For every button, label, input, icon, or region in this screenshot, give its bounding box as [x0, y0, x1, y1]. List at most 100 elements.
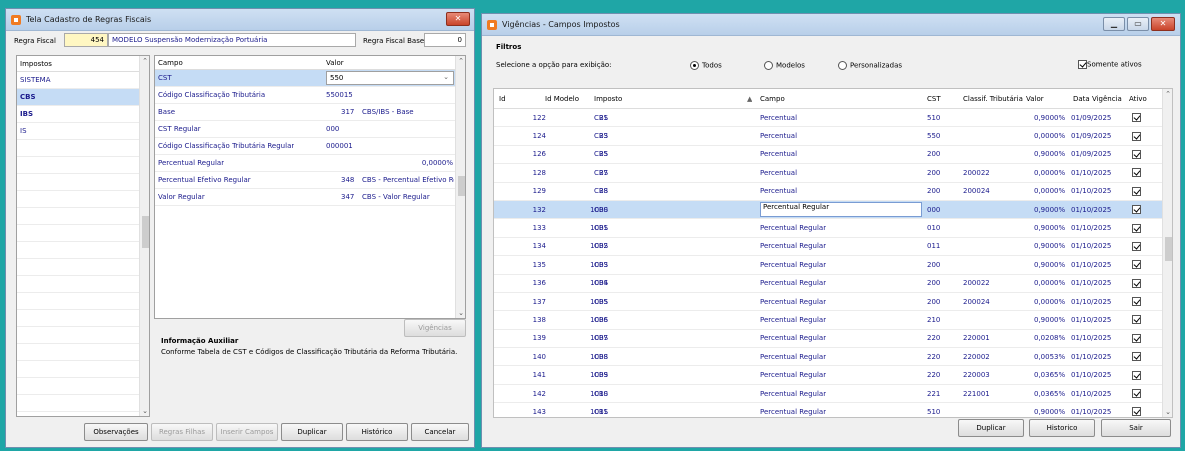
close-icon[interactable]: ✕ — [1151, 17, 1175, 31]
historico-button[interactable]: Histórico — [346, 423, 408, 441]
col-header-imposto[interactable]: Imposto — [594, 95, 622, 103]
impostos-scrollbar[interactable]: ⌃ ⌄ — [139, 56, 149, 416]
ativo-checkbox[interactable] — [1132, 260, 1141, 270]
ativo-checkbox[interactable] — [1132, 131, 1141, 141]
right-window-titlebar[interactable]: Vigências - Campos Impostos ▁ ▭ ✕ — [482, 14, 1180, 36]
cancelar-button[interactable]: Cancelar — [411, 423, 469, 441]
table-row[interactable]: CST 550 ⌄ — [155, 70, 465, 87]
radio-personalizadas[interactable]: Personalizadas — [838, 61, 902, 70]
id-cell: 140 — [532, 352, 546, 361]
table-row[interactable]: 135 1003 CBS Percentual Regular 200 0,9000% 01… — [494, 256, 1172, 275]
table-row[interactable]: Código Classificação Tributária Regular … — [155, 138, 465, 155]
ativo-checkbox[interactable] — [1132, 278, 1141, 288]
ativo-checkbox[interactable] — [1132, 352, 1141, 362]
scroll-down-icon[interactable]: ⌄ — [1163, 407, 1172, 417]
ativo-checkbox[interactable] — [1132, 113, 1141, 123]
table-row[interactable]: 139 1007 CBS Percentual Regular 220 220001 0,0… — [494, 330, 1172, 349]
radio-modelos-indicator[interactable] — [764, 61, 773, 70]
table-row[interactable]: 122 21 CBS Percentual 510 0,9000% 01/09/2025 — [494, 109, 1172, 128]
ativo-checkbox[interactable] — [1132, 315, 1141, 325]
table-row[interactable]: Percentual Efetivo Regular 348 CBS - Per… — [155, 172, 465, 189]
table-row[interactable]: 128 27 CBS Percentual 200 200022 0,0000% 01/10/… — [494, 164, 1172, 183]
scroll-thumb[interactable] — [1165, 237, 1172, 261]
observacoes-button[interactable]: Observações — [84, 423, 148, 441]
regra-fiscal-id-field[interactable]: 454 — [64, 33, 108, 47]
scroll-down-icon[interactable]: ⌄ — [456, 308, 465, 318]
scroll-up-icon[interactable]: ⌃ — [140, 56, 149, 66]
table-row[interactable]: 140 1008 CBS Percentual Regular 220 220002 0,0… — [494, 348, 1172, 367]
left-window-titlebar[interactable]: Tela Cadastro de Regras Fiscais ✕ — [6, 9, 474, 31]
ativo-checkbox[interactable] — [1132, 205, 1141, 215]
ativo-checkbox[interactable] — [1132, 407, 1141, 417]
imposto-item-cbs[interactable]: CBS — [17, 89, 149, 106]
ativo-checkbox[interactable] — [1132, 186, 1141, 196]
campo-edit-field[interactable]: Percentual Regular — [760, 201, 922, 217]
table-row[interactable]: 143 1011 CBS Percentual Regular 510 0,9000% 01… — [494, 403, 1172, 417]
list-item — [17, 157, 149, 174]
table-row[interactable]: CST Regular 000 — [155, 121, 465, 138]
table-row[interactable]: 133 1001 CBS Percentual Regular 010 0,9000% 01… — [494, 219, 1172, 238]
scroll-down-icon[interactable]: ⌄ — [140, 406, 149, 416]
radio-todos-indicator[interactable] — [690, 61, 699, 70]
col-header-cst[interactable]: CST — [927, 95, 941, 103]
scroll-up-icon[interactable]: ⌃ — [456, 56, 465, 66]
table-row[interactable]: 138 1006 CBS Percentual Regular 210 0,9000% 01… — [494, 311, 1172, 330]
historico-button[interactable]: Historico — [1029, 419, 1095, 437]
somente-ativos-checkbox[interactable]: Somente ativos — [1078, 60, 1142, 69]
regras-filhas-button[interactable]: Regras Filhas — [151, 423, 213, 441]
sair-button[interactable]: Sair — [1101, 419, 1171, 437]
table-row[interactable]: Base 317 CBS/IBS - Base — [155, 104, 465, 121]
scroll-thumb[interactable] — [458, 176, 465, 196]
table-row[interactable]: Código Classificação Tributária 550015 — [155, 87, 465, 104]
col-header-id[interactable]: Id — [499, 95, 506, 103]
maximize-icon[interactable]: ▭ — [1127, 17, 1149, 31]
imposto-item-is[interactable]: IS — [17, 123, 149, 140]
col-header-campo[interactable]: Campo — [760, 95, 785, 103]
close-icon[interactable]: ✕ — [446, 12, 470, 26]
table-row[interactable]: 142 1010 CBS Percentual Regular 221 221001 0,0… — [494, 385, 1172, 404]
ativo-checkbox[interactable] — [1132, 333, 1141, 343]
ativo-checkbox[interactable] — [1132, 149, 1141, 159]
ativo-checkbox[interactable] — [1132, 297, 1141, 307]
radio-todos[interactable]: Todos — [690, 61, 722, 70]
table-row[interactable]: Valor Regular 347 CBS - Valor Regular — [155, 189, 465, 206]
table-row[interactable]: 126 25 CBS Percentual 200 0,9000% 01/09/2025 — [494, 146, 1172, 165]
table-row[interactable]: 141 1009 CBS Percentual Regular 220 220003 0,0… — [494, 366, 1172, 385]
table-row[interactable]: 136 1004 CBS Percentual Regular 200 200022 0,0… — [494, 275, 1172, 293]
vigencias-button[interactable]: Vigências — [404, 319, 466, 337]
scroll-thumb[interactable] — [142, 216, 149, 248]
ativo-checkbox[interactable] — [1132, 168, 1141, 178]
scroll-up-icon[interactable]: ⌃ — [1163, 89, 1172, 99]
col-header-id-modelo[interactable]: Id Modelo — [545, 95, 579, 103]
col-header-data-vigencia[interactable]: Data Vigência — [1073, 95, 1122, 103]
col-header-classif[interactable]: Classif. Tributária — [963, 95, 1023, 103]
campos-scrollbar[interactable]: ⌃ ⌄ — [455, 56, 465, 318]
minimize-icon[interactable]: ▁ — [1103, 17, 1125, 31]
inserir-campos-button[interactable]: Inserir Campos — [216, 423, 278, 441]
table-row[interactable]: 137 1005 CBS Percentual Regular 200 200024 0,0… — [494, 293, 1172, 312]
table-row[interactable]: 132 1000 CBS Percentual Regular 000 0,9000% 01… — [494, 200, 1172, 220]
col-header-valor[interactable]: Valor — [1026, 95, 1044, 103]
table-row[interactable]: Percentual Regular 0,0000% — [155, 155, 465, 172]
ativo-checkbox[interactable] — [1132, 389, 1141, 399]
radio-modelos[interactable]: Modelos — [764, 61, 805, 70]
regra-fiscal-desc-field[interactable]: MODELO Suspensão Modernização Portuária — [108, 33, 356, 47]
table-row[interactable]: 124 23 CBS Percentual 550 0,0000% 01/09/2025 — [494, 127, 1172, 146]
imposto-item-ibs[interactable]: IBS — [17, 106, 149, 123]
ativo-checkbox[interactable] — [1132, 370, 1141, 380]
table-row[interactable]: 129 28 CBS Percentual 200 200024 0,0000% 01/10/… — [494, 183, 1172, 201]
duplicar-button[interactable]: Duplicar — [281, 423, 343, 441]
radio-personalizadas-indicator[interactable] — [838, 61, 847, 70]
chevron-down-icon[interactable]: ⌄ — [443, 73, 449, 81]
vigencias-scrollbar[interactable]: ⌃ ⌄ — [1162, 89, 1172, 417]
table-row[interactable]: 134 1002 CBS Percentual Regular 011 0,9000% 01… — [494, 238, 1172, 257]
imposto-item-sistema[interactable]: SISTEMA — [17, 72, 149, 89]
checkbox-icon[interactable] — [1078, 60, 1087, 69]
regra-fiscal-base-field[interactable]: 0 — [424, 33, 466, 47]
imposto-cell: CBS — [594, 224, 609, 233]
ativo-checkbox[interactable] — [1132, 223, 1141, 233]
duplicar-button[interactable]: Duplicar — [958, 419, 1024, 437]
cst-select[interactable]: 550 ⌄ — [326, 71, 454, 85]
col-header-ativo[interactable]: Ativo — [1129, 95, 1147, 103]
ativo-checkbox[interactable] — [1132, 241, 1141, 251]
